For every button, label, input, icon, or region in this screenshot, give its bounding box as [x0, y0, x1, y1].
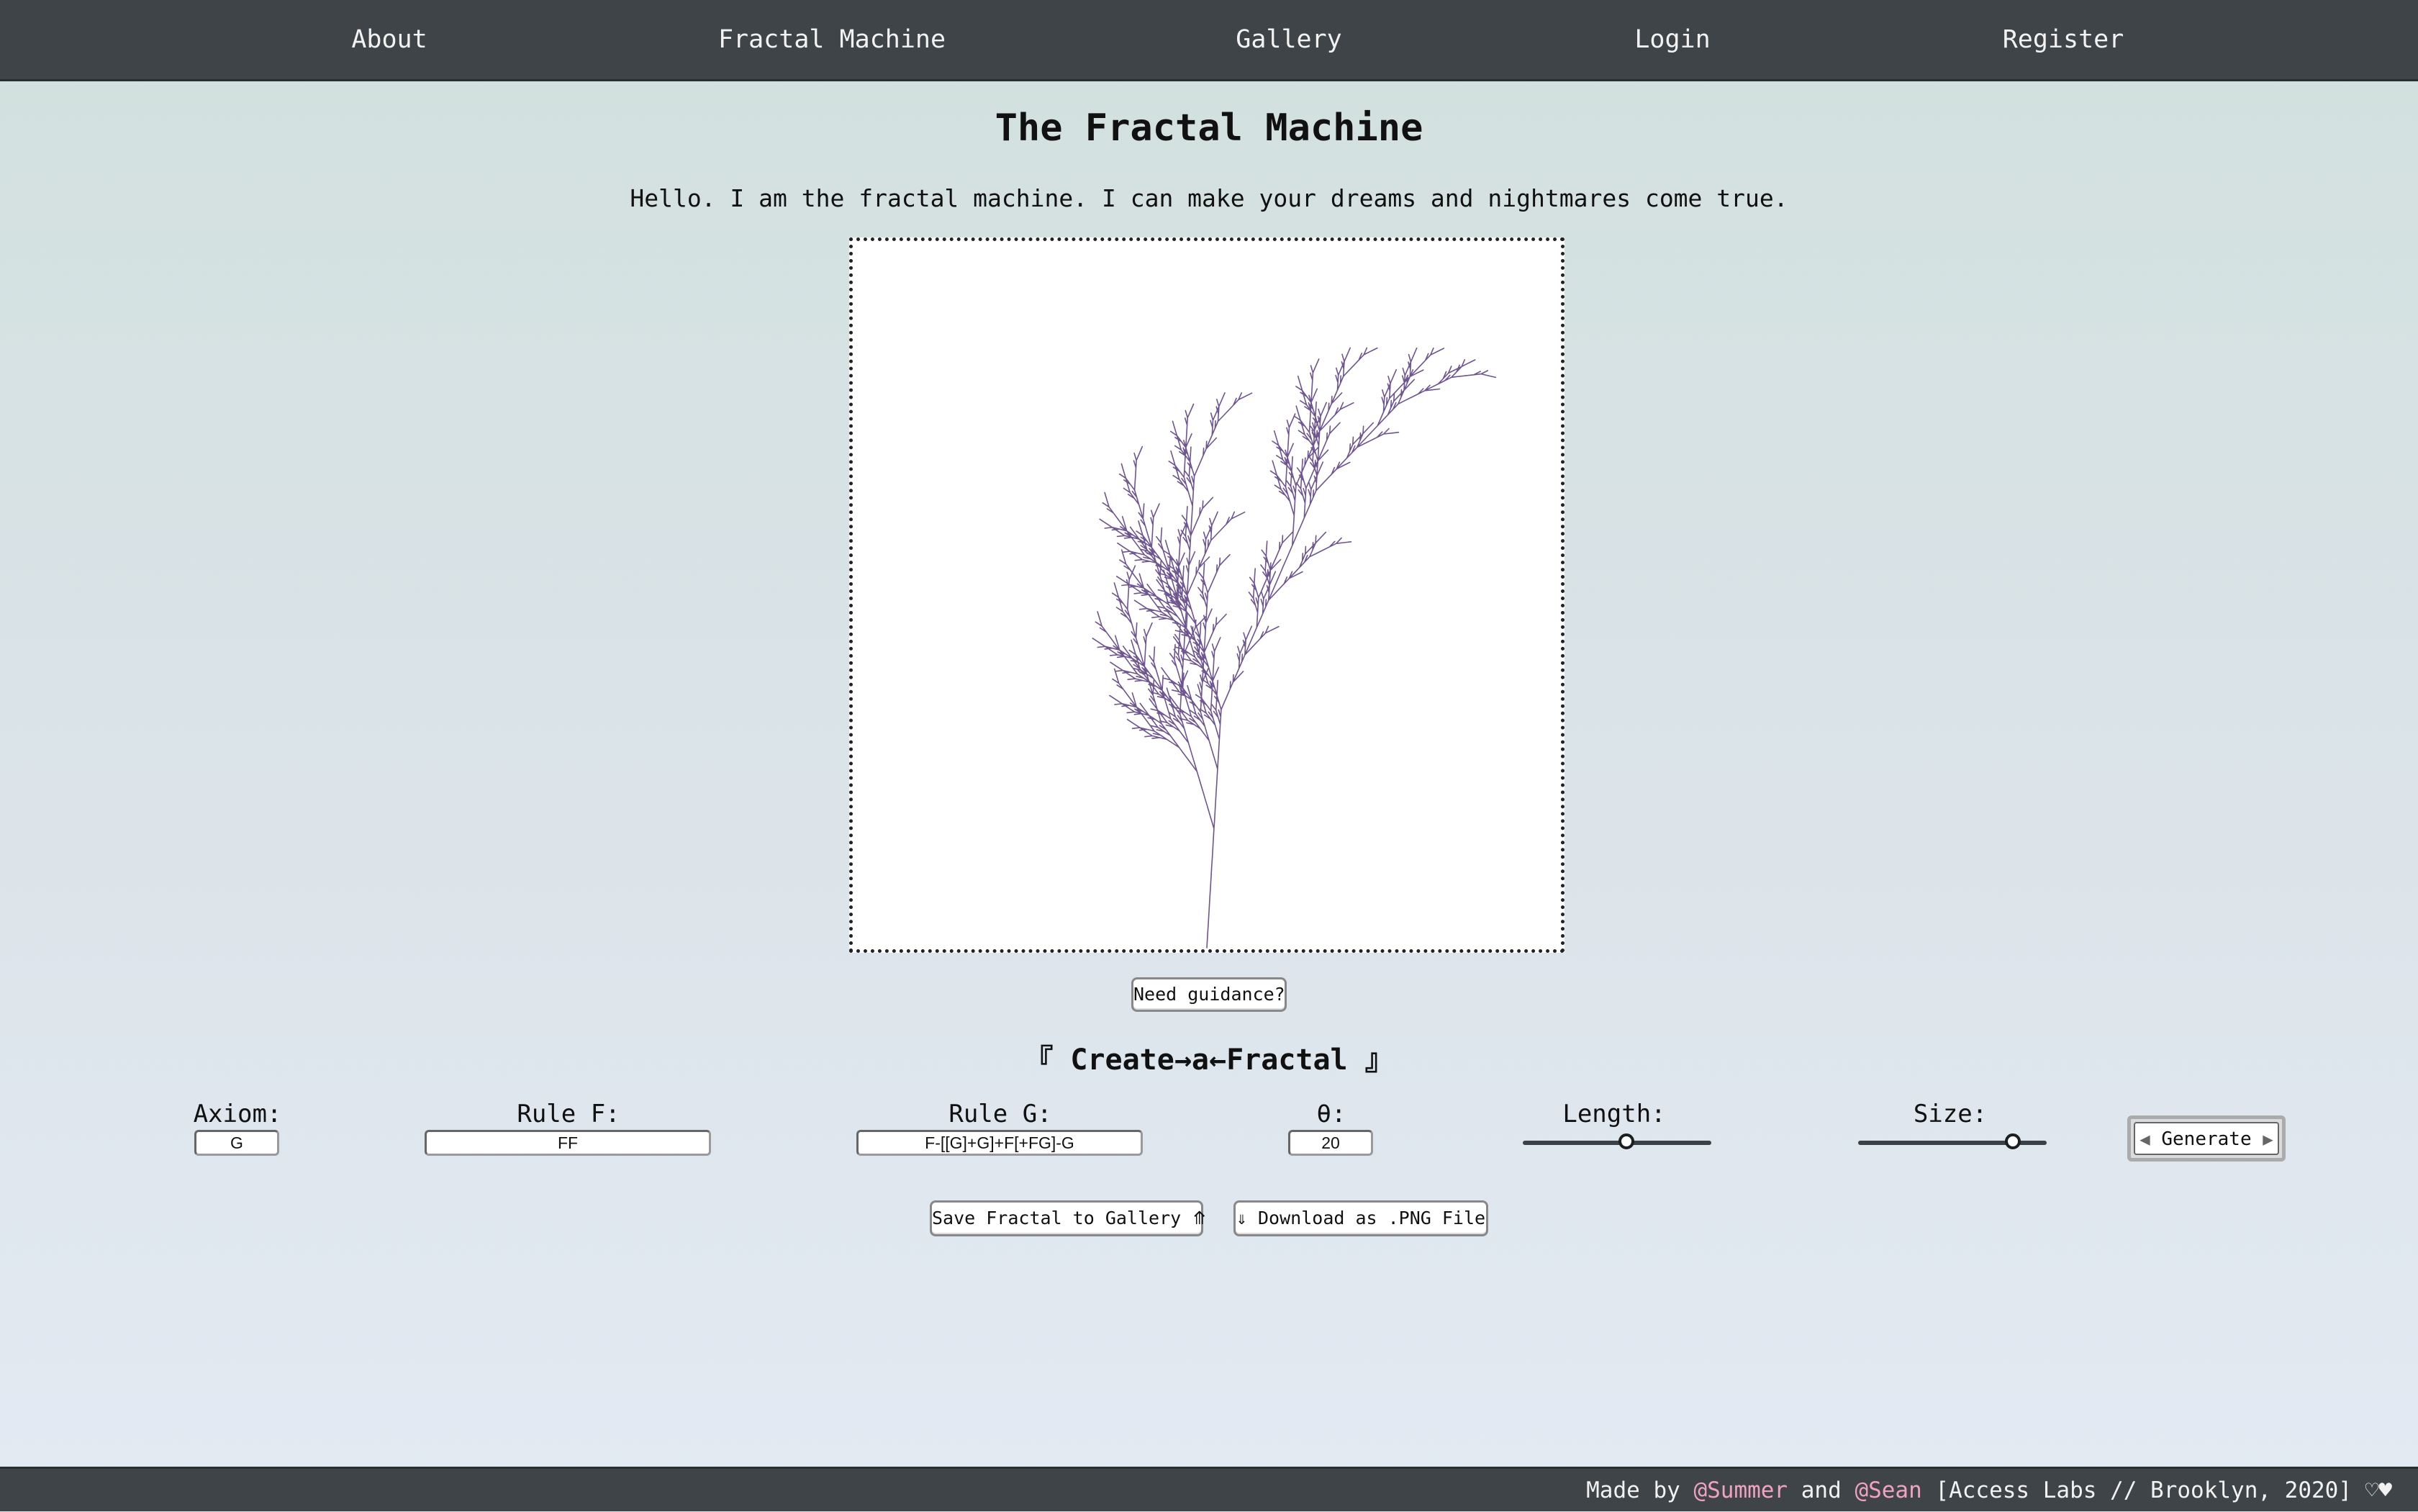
rule-f-label: Rule F:: [517, 1100, 620, 1128]
fractal-canvas[interactable]: [849, 237, 1565, 953]
nav-about[interactable]: About: [351, 0, 427, 79]
rule-g-label: Rule G:: [948, 1100, 1052, 1128]
theta-label: θ:: [1316, 1100, 1346, 1128]
footer-credit: Made by @Summer and @Sean [Access Labs /…: [1586, 1469, 2392, 1512]
size-slider[interactable]: [1858, 1133, 2047, 1149]
axiom-label: Axiom:: [193, 1100, 282, 1128]
axiom-input[interactable]: [194, 1130, 279, 1156]
length-label: Length:: [1562, 1100, 1666, 1128]
rule-f-input[interactable]: [425, 1130, 711, 1156]
save-to-gallery-button[interactable]: Save Fractal to Gallery ⤊: [930, 1200, 1207, 1236]
footer-prefix: Made by: [1586, 1477, 1694, 1503]
footer-author-summer-link[interactable]: @Summer: [1693, 1477, 1788, 1503]
nav-register[interactable]: Register: [2003, 0, 2124, 79]
size-label: Size:: [1913, 1100, 1988, 1128]
nav-fractal-machine[interactable]: Fractal Machine: [718, 0, 946, 79]
triangle-left-icon: ◀: [2139, 1129, 2150, 1149]
size-slider-thumb[interactable]: [2004, 1133, 2021, 1149]
length-slider-thumb[interactable]: [1618, 1133, 1635, 1149]
footer-author-sean-link[interactable]: @Sean: [1855, 1477, 1921, 1503]
intro-text: Hello. I am the fractal machine. I can m…: [630, 184, 1788, 212]
footer-mid: and: [1788, 1477, 1855, 1503]
theta-input[interactable]: [1288, 1130, 1373, 1156]
footer: Made by @Summer and @Sean [Access Labs /…: [0, 1467, 2418, 1511]
fractal-path: [1092, 347, 1497, 949]
nav-gallery[interactable]: Gallery: [1236, 0, 1342, 79]
generate-button[interactable]: ◀ Generate ▶: [2127, 1115, 2286, 1162]
length-slider[interactable]: [1523, 1133, 1711, 1149]
page-title: The Fractal Machine: [995, 107, 1423, 150]
triangle-right-icon: ▶: [2263, 1129, 2273, 1149]
footer-suffix: [Access Labs // Brooklyn, 2020] ♡♥: [1921, 1477, 2392, 1503]
create-fractal-heading: 『 Create→a←Fractal 』: [1024, 1044, 1394, 1077]
top-navigation: About Fractal Machine Gallery Login Regi…: [0, 0, 2418, 81]
generate-label: Generate: [2161, 1128, 2252, 1150]
download-png-button[interactable]: ⇓ Download as .PNG File: [1233, 1200, 1488, 1236]
fractal-drawing: [1092, 347, 1497, 949]
need-guidance-button[interactable]: Need guidance?: [1131, 977, 1287, 1012]
nav-login[interactable]: Login: [1634, 0, 1710, 79]
rule-g-input[interactable]: [856, 1130, 1143, 1156]
